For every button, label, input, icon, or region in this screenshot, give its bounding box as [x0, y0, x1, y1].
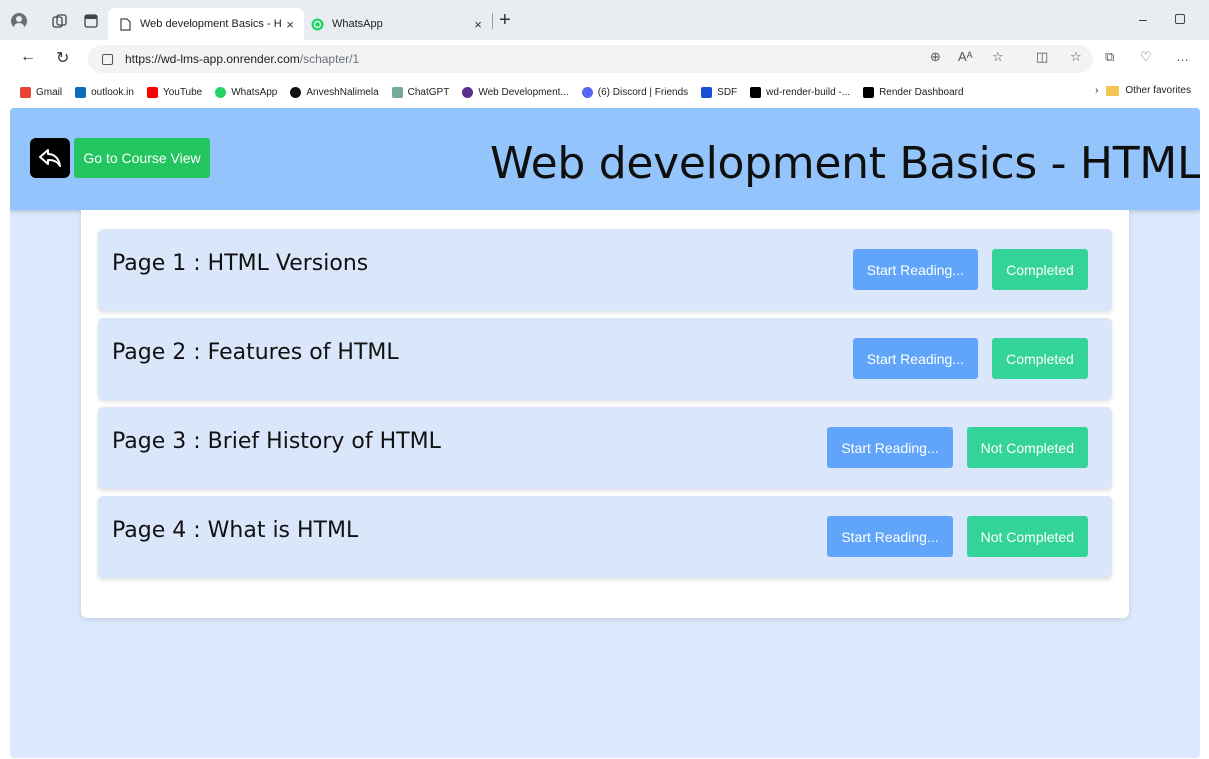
url-input[interactable]: https://wd-lms-app.onrender.com/schapter…: [88, 45, 1093, 73]
completion-status-button[interactable]: Not Completed: [966, 516, 1088, 557]
page-icon: [118, 17, 132, 31]
reply-arrow-icon: [39, 149, 61, 167]
page-row-title: Page 1 : HTML Versions: [112, 251, 369, 276]
page-row-title: Page 2 : Features of HTML: [112, 340, 399, 365]
profile-icon[interactable]: [11, 13, 27, 29]
back-arrow-icon[interactable]: ←: [20, 48, 36, 66]
pages-card: Page 1 : HTML Versions Start Reading... …: [81, 210, 1129, 618]
url-path: /schapter/1: [299, 52, 360, 66]
render-icon: [863, 86, 875, 98]
chatgpt-icon: [391, 86, 403, 98]
bookmark-wd-render-build[interactable]: wd-render-build -...: [750, 86, 850, 98]
sdf-icon: [701, 86, 713, 98]
workspaces-icon[interactable]: [51, 13, 67, 29]
other-favorites-label[interactable]: Other favorites: [1125, 85, 1191, 96]
page-row: Page 2 : Features of HTML Start Reading.…: [98, 318, 1112, 400]
bookmark-render-dashboard[interactable]: Render Dashboard: [863, 86, 964, 98]
bookmark-discord[interactable]: (6) Discord | Friends: [581, 86, 688, 98]
tab-whatsapp[interactable]: WhatsApp ×: [306, 8, 492, 40]
favorite-star-icon[interactable]: ☆: [992, 49, 1004, 65]
minimize-button[interactable]: –: [1139, 11, 1147, 27]
tab-title: Web development Basics - HTML: [140, 18, 282, 30]
start-reading-button[interactable]: Start Reading...: [827, 516, 953, 557]
page-row: Page 1 : HTML Versions Start Reading... …: [98, 229, 1112, 311]
bookmarks-overflow[interactable]: › Other favorites: [1095, 85, 1191, 96]
discord-icon: [581, 86, 593, 98]
page-row-title: Page 3 : Brief History of HTML: [112, 429, 441, 454]
bookmarks-bar: Gmail outlook.in YouTube WhatsApp Anvesh…: [0, 78, 1209, 106]
page-title: Web development Basics - HTML: [490, 138, 1200, 189]
tab-close-icon[interactable]: ×: [470, 17, 486, 32]
start-reading-button[interactable]: Start Reading...: [852, 249, 978, 290]
bookmark-chatgpt[interactable]: ChatGPT: [391, 86, 449, 98]
browser-essentials-icon[interactable]: ♡: [1140, 49, 1152, 65]
address-bar-row: ← ↻ https://wd-lms-app.onrender.com/scha…: [0, 40, 1209, 78]
bookmark-web-development[interactable]: Web Development...: [462, 86, 569, 98]
completion-status-button[interactable]: Completed: [992, 338, 1088, 379]
site-info-icon[interactable]: [102, 53, 113, 65]
refresh-icon[interactable]: ↻: [56, 48, 69, 68]
bookmark-youtube[interactable]: YouTube: [146, 86, 202, 98]
page-viewport: Go to Course View Web development Basics…: [10, 108, 1200, 758]
bookmark-sdf[interactable]: SDF: [701, 86, 737, 98]
completion-status-button[interactable]: Not Completed: [966, 427, 1088, 468]
split-screen-icon[interactable]: ◫: [1036, 49, 1048, 65]
bookmark-github[interactable]: AnveshNalimela: [290, 86, 379, 98]
render-icon: [750, 86, 762, 98]
new-tab-button[interactable]: +: [499, 9, 511, 32]
outlook-icon: [75, 86, 87, 98]
collections-icon[interactable]: ⧉: [1105, 49, 1114, 65]
page-row: Page 3 : Brief History of HTML Start Rea…: [98, 407, 1112, 489]
browser-tab-bar: Web development Basics - HTML × WhatsApp…: [0, 0, 1209, 40]
web-dev-icon: [462, 86, 474, 98]
folder-icon: [1106, 85, 1120, 96]
start-reading-button[interactable]: Start Reading...: [852, 338, 978, 379]
favorites-icon[interactable]: ☆: [1070, 49, 1082, 65]
youtube-icon: [146, 86, 158, 98]
github-icon: [290, 86, 302, 98]
gmail-icon: [20, 86, 31, 98]
whatsapp-icon: [215, 86, 227, 98]
go-to-course-view-button[interactable]: Go to Course View: [74, 138, 210, 178]
chevron-right-icon[interactable]: ›: [1095, 85, 1098, 96]
bookmark-gmail[interactable]: Gmail: [20, 86, 62, 98]
url-host: https://wd-lms-app.onrender.com: [125, 52, 300, 66]
tab-actions-icon[interactable]: [83, 13, 99, 29]
bookmark-whatsapp[interactable]: WhatsApp: [215, 86, 277, 98]
start-reading-button[interactable]: Start Reading...: [827, 427, 953, 468]
back-button[interactable]: [30, 138, 70, 178]
tab-divider: [492, 13, 493, 29]
page-header: Go to Course View Web development Basics…: [10, 108, 1200, 210]
tab-web-development[interactable]: Web development Basics - HTML ×: [108, 8, 304, 40]
zoom-icon[interactable]: ⊕: [930, 49, 941, 65]
read-aloud-icon[interactable]: Aᴬ: [958, 49, 973, 64]
more-options-icon[interactable]: …: [1176, 49, 1189, 64]
restore-button[interactable]: [1175, 14, 1185, 24]
tab-close-icon[interactable]: ×: [282, 17, 298, 32]
whatsapp-icon: [310, 17, 324, 31]
tab-title: WhatsApp: [332, 18, 383, 30]
page-row: Page 4 : What is HTML Start Reading... N…: [98, 496, 1112, 578]
bookmark-outlook[interactable]: outlook.in: [75, 86, 134, 98]
completion-status-button[interactable]: Completed: [992, 249, 1088, 290]
page-row-title: Page 4 : What is HTML: [112, 518, 359, 543]
